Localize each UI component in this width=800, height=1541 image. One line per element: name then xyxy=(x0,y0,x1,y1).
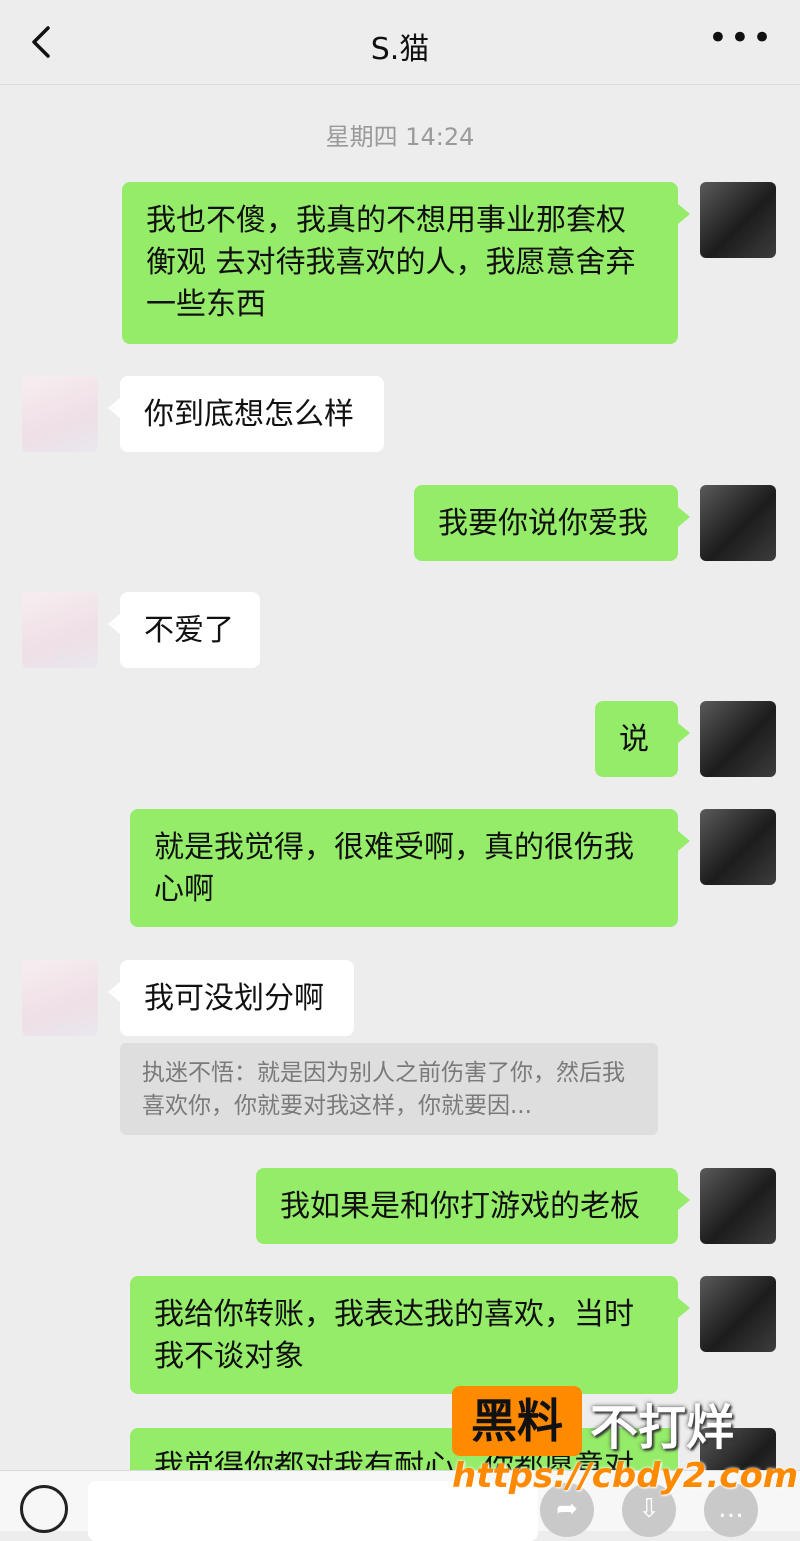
message-bubble-sent[interactable]: 我要你说你爱我 xyxy=(414,485,690,561)
avatar-me[interactable] xyxy=(700,701,776,777)
avatar-contact[interactable] xyxy=(22,592,98,668)
watermark: 黑料 不打烊 https://cbdy2.com xyxy=(452,1386,798,1506)
voice-icon[interactable] xyxy=(20,1485,68,1533)
avatar-contact[interactable] xyxy=(22,376,98,452)
message-bubble-received[interactable]: 我可没划分啊 xyxy=(108,960,354,1036)
message-bubble-received[interactable]: 不爱了 xyxy=(108,592,260,668)
message-bubble-sent[interactable]: 就是我觉得，很难受啊，真的很伤我心啊 xyxy=(130,809,690,927)
watermark-url: https://cbdy2.com xyxy=(452,1456,799,1496)
chat-title: S.猫 xyxy=(370,32,430,67)
message-bubble-sent[interactable]: 我也不傻，我真的不想用事业那套权衡观 去对待我喜欢的人，我愿意舍弃一些东西 xyxy=(122,182,690,344)
avatar-me[interactable] xyxy=(700,809,776,885)
message-bubble-sent[interactable]: 我给你转账，我表达我的喜欢，当时我不谈对象 xyxy=(130,1276,690,1394)
watermark-brand: 黑料 xyxy=(452,1386,582,1456)
avatar-me[interactable] xyxy=(700,1168,776,1244)
avatar-contact[interactable] xyxy=(22,960,98,1036)
avatar-me[interactable] xyxy=(700,485,776,561)
message-bubble-received[interactable]: 你到底想怎么样 xyxy=(108,376,384,452)
message-bubble-sent[interactable]: 说 xyxy=(595,701,690,777)
message-bubble-sent[interactable]: 我如果是和你打游戏的老板 xyxy=(256,1168,690,1244)
chat-header: S.猫 ••• xyxy=(0,0,800,85)
avatar-me[interactable] xyxy=(700,182,776,258)
message-timestamp: 星期四 14:24 xyxy=(325,123,475,151)
avatar-me[interactable] xyxy=(700,1276,776,1352)
more-dots-icon[interactable]: ••• xyxy=(708,18,774,58)
quoted-message[interactable]: 执迷不悟：就是因为别人之前伤害了你，然后我喜欢你，你就要对我这样，你就要因... xyxy=(120,1043,658,1135)
watermark-slogan: 不打烊 xyxy=(590,1400,735,1456)
